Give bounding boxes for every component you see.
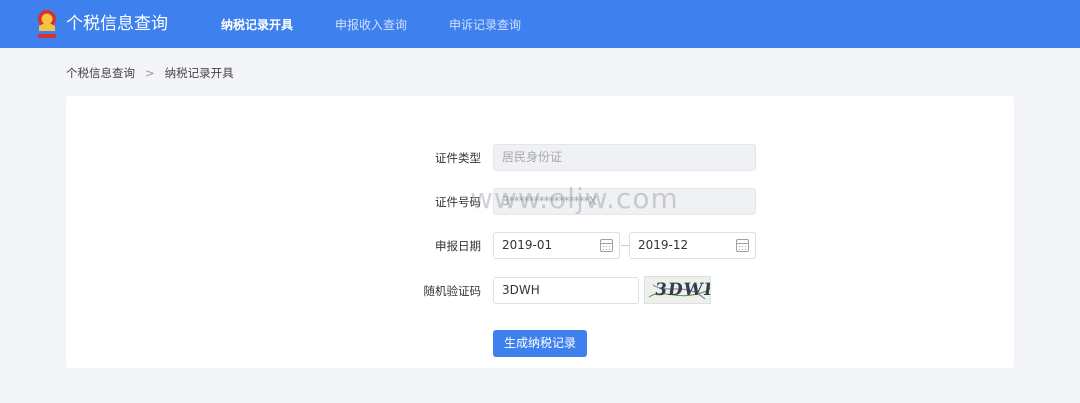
- app-title: 个税信息查询: [66, 14, 168, 34]
- start-date-picker[interactable]: 2019-01: [493, 232, 620, 259]
- report-date-label: 申报日期: [435, 239, 481, 253]
- id-type-field: 居民身份证: [493, 144, 756, 171]
- captcha-image[interactable]: 3DWH: [644, 276, 711, 304]
- id-type-label: 证件类型: [435, 151, 481, 165]
- start-date-value: 2019-01: [502, 238, 553, 252]
- watermark: www.oljw.com: [470, 182, 679, 215]
- captcha-label: 随机验证码: [423, 284, 482, 298]
- breadcrumb-current: 纳税记录开具: [164, 66, 234, 80]
- calendar-icon[interactable]: [736, 239, 749, 252]
- captcha-text: 3DWH: [653, 280, 711, 300]
- end-date-picker[interactable]: 2019-12: [629, 232, 756, 259]
- breadcrumb: 个税信息查询 > 纳税记录开具: [66, 64, 234, 82]
- captcha-input[interactable]: 3DWH: [493, 277, 639, 304]
- calendar-icon[interactable]: [600, 239, 613, 252]
- date-range-separator: [621, 245, 629, 246]
- end-date-value: 2019-12: [638, 238, 689, 252]
- id-number-label: 证件号码: [435, 195, 481, 209]
- tax-emblem-icon: [38, 10, 56, 38]
- breadcrumb-root[interactable]: 个税信息查询: [66, 66, 135, 80]
- nav-tab-income-query[interactable]: 申报收入查询: [335, 16, 407, 34]
- top-bar: 个税信息查询 纳税记录开具 申报收入查询 申诉记录查询: [0, 0, 1080, 48]
- chevron-right-icon: >: [145, 66, 155, 80]
- generate-record-button[interactable]: 生成纳税记录: [493, 330, 587, 357]
- nav-tab-appeal-query[interactable]: 申诉记录查询: [449, 16, 521, 34]
- nav-tab-tax-record[interactable]: 纳税记录开具: [221, 16, 293, 34]
